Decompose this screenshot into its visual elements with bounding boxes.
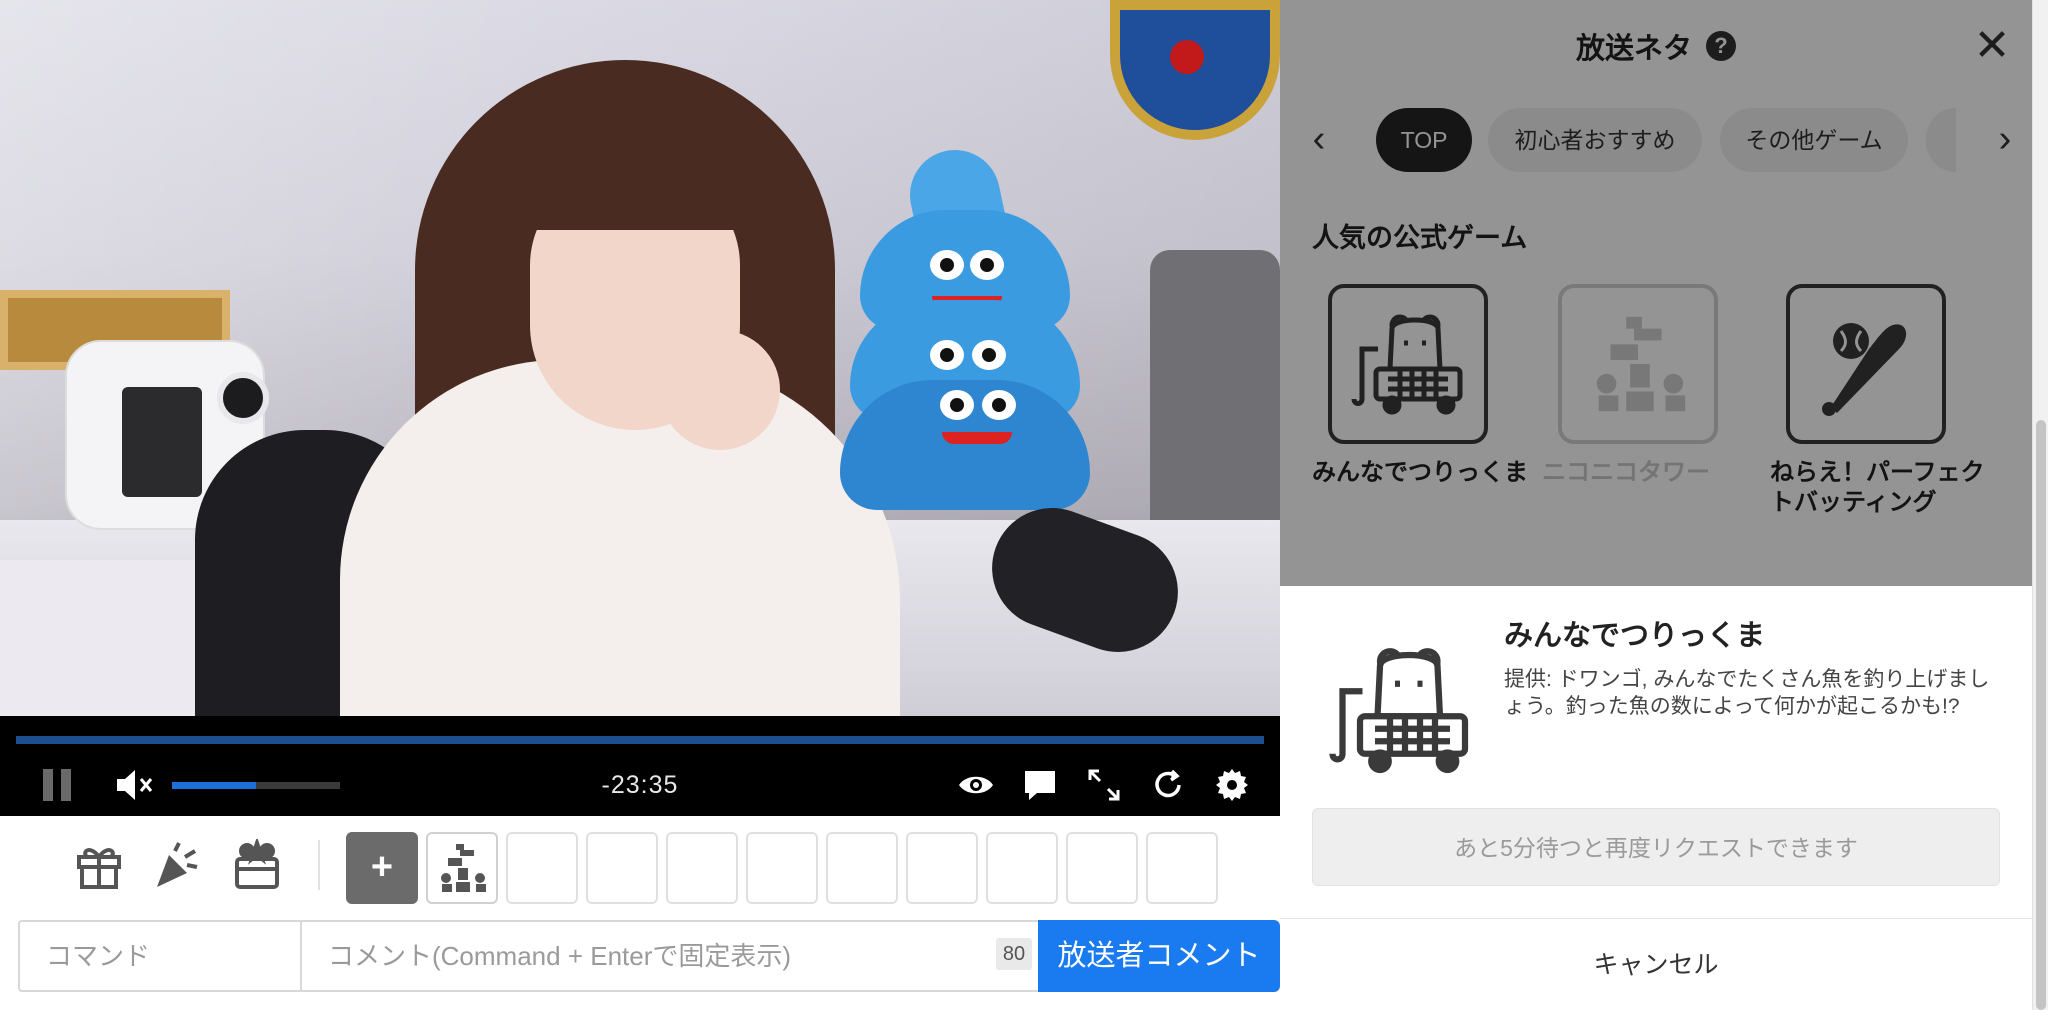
add-game-button[interactable]: + [346,832,418,904]
broadcast-neta-panel: 放送ネタ ? ✕ ‹ TOP 初心者おすすめ その他ゲーム › 人気の公式ゲーム… [1280,0,2032,1010]
pause-icon[interactable] [36,754,78,816]
comment-toggle-icon[interactable] [1014,754,1066,816]
empty-slot[interactable] [1066,832,1138,904]
reload-icon[interactable] [1142,754,1194,816]
char-count-badge: 80 [996,938,1032,970]
command-input[interactable]: コマンド [18,920,302,992]
video-player[interactable] [0,0,1280,716]
time-remaining: -23:35 [601,771,679,799]
app-root: -23:35 + コマンド コメント(Command + Enterで固定表示)… [0,0,2048,1010]
bear-fishing-truck-icon [1320,630,1480,790]
empty-slot[interactable] [586,832,658,904]
panel-scrollbar[interactable] [2032,0,2048,1010]
empty-slot[interactable] [666,832,738,904]
divider [1280,918,2032,919]
volume-slider[interactable] [172,782,340,789]
mute-icon[interactable] [110,754,160,816]
empty-slot[interactable] [1146,832,1218,904]
volume-level [172,782,256,789]
modal-backdrop[interactable] [1280,0,2032,586]
detail-title: みんなでつりっくま [1504,620,1766,652]
broadcast-toolbar: + [0,816,1280,916]
empty-slot[interactable] [906,832,978,904]
panel-catalog: 放送ネタ ? ✕ ‹ TOP 初心者おすすめ その他ゲーム › 人気の公式ゲーム… [1280,0,2032,586]
broadcaster-comment-button[interactable]: 放送者コメント [1038,920,1280,992]
gear-icon[interactable] [1206,754,1258,816]
request-wait-button[interactable]: あと5分待つと再度リクエストできます [1312,808,2000,886]
eye-icon[interactable] [950,754,1002,816]
fullscreen-icon[interactable] [1078,754,1130,816]
scrollbar-thumb[interactable] [2036,420,2046,1010]
empty-slot[interactable] [506,832,578,904]
slime-plush [840,380,1090,510]
toolbar-divider [318,840,320,890]
comment-bar: コマンド コメント(Command + Enterで固定表示) 80 放送者コメ… [18,920,1280,992]
game-detail-sheet: みんなでつりっくま 提供: ドワンゴ, みんなでたくさん魚を釣り上げましょう。釣… [1280,586,2032,1010]
player-controls: -23:35 [0,754,1280,816]
streamer-hand [660,330,780,450]
nico-tower-slot[interactable] [426,832,498,904]
seek-track[interactable] [16,736,1264,744]
detail-description: 提供: ドワンゴ, みんなでたくさん魚を釣り上げましょう。釣った魚の数によって何… [1504,668,1990,718]
gift-icon[interactable] [68,834,130,896]
empty-slot[interactable] [826,832,898,904]
empty-slot[interactable] [746,832,818,904]
cancel-button[interactable]: キャンセル [1280,920,2032,1010]
comment-input[interactable]: コメント(Command + Enterで固定表示) [300,920,1058,992]
present-box-icon[interactable] [226,834,288,896]
cat-tower [1150,250,1280,550]
party-popper-icon[interactable] [146,834,208,896]
empty-slot[interactable] [986,832,1058,904]
